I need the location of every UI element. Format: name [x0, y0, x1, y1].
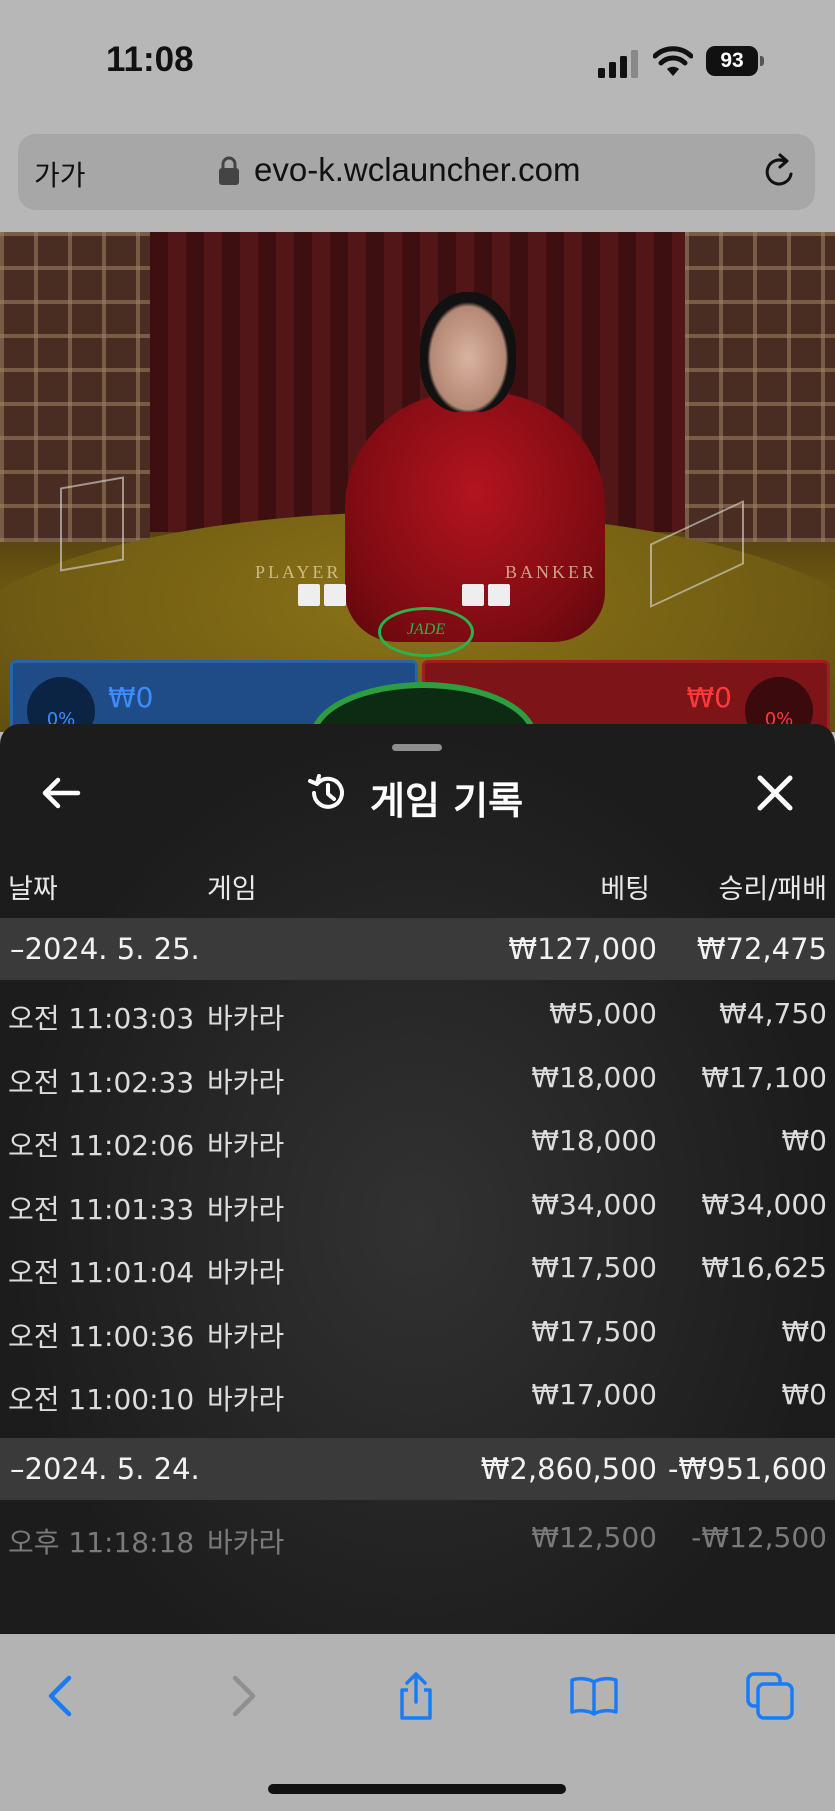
row-game: 바카라	[207, 1129, 285, 1162]
row-game: 바카라	[207, 1526, 285, 1559]
playing-card	[488, 584, 510, 606]
address-bar[interactable]: 가가 evo-k.wclauncher.com	[18, 134, 815, 210]
row-bet: ₩34,000	[531, 1188, 657, 1221]
row-result: ₩0	[781, 1315, 828, 1348]
row-result: ₩4,750	[719, 997, 827, 1030]
sheet-title: 게임 기록	[370, 779, 524, 823]
row-result: ₩34,000	[701, 1188, 827, 1221]
row-game: 바카라	[207, 1193, 285, 1226]
row-time: 오전 11:02:33	[8, 1066, 195, 1099]
jade-logo: JADE	[378, 607, 474, 657]
history-row[interactable]: 오전 11:01:04 바카라 ₩17,500 ₩16,625	[0, 1237, 835, 1299]
row-bet: ₩17,500	[531, 1315, 657, 1348]
row-time: 오전 11:00:36	[8, 1320, 195, 1353]
url-text[interactable]: evo-k.wclauncher.com	[254, 151, 580, 189]
row-result: ₩17,100	[701, 1061, 827, 1094]
column-header-bet: 베팅	[600, 874, 650, 905]
date-group-header[interactable]: –2024. 5. 24. ₩2,860,500 -₩951,600	[0, 1438, 835, 1500]
row-game: 바카라	[207, 1066, 285, 1099]
row-bet: ₩18,000	[531, 1061, 657, 1094]
clock: 11:08	[106, 40, 194, 79]
home-indicator[interactable]	[268, 1784, 566, 1794]
row-time: 오전 11:00:10	[8, 1383, 195, 1416]
sheet-grab-handle[interactable]	[392, 744, 442, 751]
browser-toolbar	[0, 1634, 835, 1811]
history-row[interactable]: 오전 11:03:03 바카라 ₩5,000 ₩4,750	[0, 983, 835, 1045]
bookmarks-icon[interactable]	[568, 1670, 620, 1722]
row-time: 오전 11:01:04	[8, 1256, 195, 1289]
row-game: 바카라	[207, 1320, 285, 1353]
playing-card	[324, 584, 346, 606]
banker-felt-label: BANKER	[505, 562, 598, 582]
row-game: 바카라	[207, 1383, 285, 1416]
history-row[interactable]: 오전 11:00:10 바카라 ₩17,000 ₩0	[0, 1364, 835, 1426]
history-row[interactable]: 오전 11:02:33 바카라 ₩18,000 ₩17,100	[0, 1047, 835, 1109]
row-result: ₩0	[781, 1124, 828, 1157]
column-header-result: 승리/패배	[718, 874, 827, 905]
status-bar: 11:08 93	[0, 0, 835, 120]
tabs-icon[interactable]	[744, 1670, 796, 1722]
player-bet-amount: ₩0	[108, 681, 154, 714]
share-icon[interactable]	[390, 1670, 442, 1722]
history-row[interactable]: 오전 11:00:36 바카라 ₩17,500 ₩0	[0, 1301, 835, 1363]
playing-card	[298, 584, 320, 606]
group-date: –2024. 5. 25.	[10, 932, 200, 966]
date-group-header[interactable]: –2024. 5. 25. ₩127,000 ₩72,475	[0, 918, 835, 980]
row-bet: ₩5,000	[549, 997, 657, 1030]
live-dealer-video: PLAYER BANKER JADE 0% ₩0 0% ₩0	[0, 232, 835, 732]
row-result: ₩16,625	[701, 1251, 827, 1284]
wifi-icon	[653, 46, 693, 76]
dealer-head	[420, 292, 516, 412]
history-icon	[308, 774, 344, 809]
game-history-sheet: 게임 기록 날짜 게임 베팅 승리/패배 –2024. 5. 25. ₩127,…	[0, 724, 835, 1634]
back-arrow-icon[interactable]	[38, 770, 84, 816]
history-row[interactable]: 오후 11:18:18 바카라 ₩12,500 -₩12,500	[0, 1507, 835, 1569]
group-bet-total: ₩127,000	[508, 932, 657, 966]
lattice-screen-right	[685, 232, 835, 542]
back-icon[interactable]	[36, 1670, 88, 1722]
row-time: 오후 11:18:18	[8, 1526, 195, 1559]
row-time: 오전 11:02:06	[8, 1129, 195, 1162]
reload-icon[interactable]	[760, 152, 800, 192]
row-result: ₩0	[781, 1378, 828, 1411]
playing-card	[462, 584, 484, 606]
discard-tray	[60, 476, 124, 572]
row-game: 바카라	[207, 1002, 285, 1035]
group-bet-total: ₩2,860,500	[480, 1452, 657, 1486]
text-size-button[interactable]: 가가	[34, 154, 86, 194]
history-row[interactable]: 오전 11:02:06 바카라 ₩18,000 ₩0	[0, 1110, 835, 1172]
cellular-signal-icon	[598, 50, 638, 78]
banker-bet-amount: ₩0	[686, 681, 733, 714]
row-bet: ₩17,500	[531, 1251, 657, 1284]
group-result-total: -₩951,600	[667, 1452, 827, 1486]
battery-indicator: 93	[706, 46, 758, 76]
row-result: -₩12,500	[691, 1521, 827, 1554]
column-header-game: 게임	[207, 874, 257, 905]
group-date: –2024. 5. 24.	[10, 1452, 200, 1486]
player-felt-label: PLAYER	[255, 562, 342, 582]
forward-icon[interactable]	[216, 1670, 268, 1722]
row-time: 오전 11:03:03	[8, 1002, 195, 1035]
history-row[interactable]: 오전 11:01:33 바카라 ₩34,000 ₩34,000	[0, 1174, 835, 1236]
row-time: 오전 11:01:33	[8, 1193, 195, 1226]
row-bet: ₩12,500	[531, 1521, 657, 1554]
group-result-total: ₩72,475	[696, 932, 827, 966]
battery-tip	[760, 56, 764, 66]
column-header-date: 날짜	[8, 874, 58, 905]
close-icon[interactable]	[752, 770, 798, 816]
row-bet: ₩17,000	[531, 1378, 657, 1411]
lock-icon	[219, 156, 239, 185]
row-bet: ₩18,000	[531, 1124, 657, 1157]
row-game: 바카라	[207, 1256, 285, 1289]
